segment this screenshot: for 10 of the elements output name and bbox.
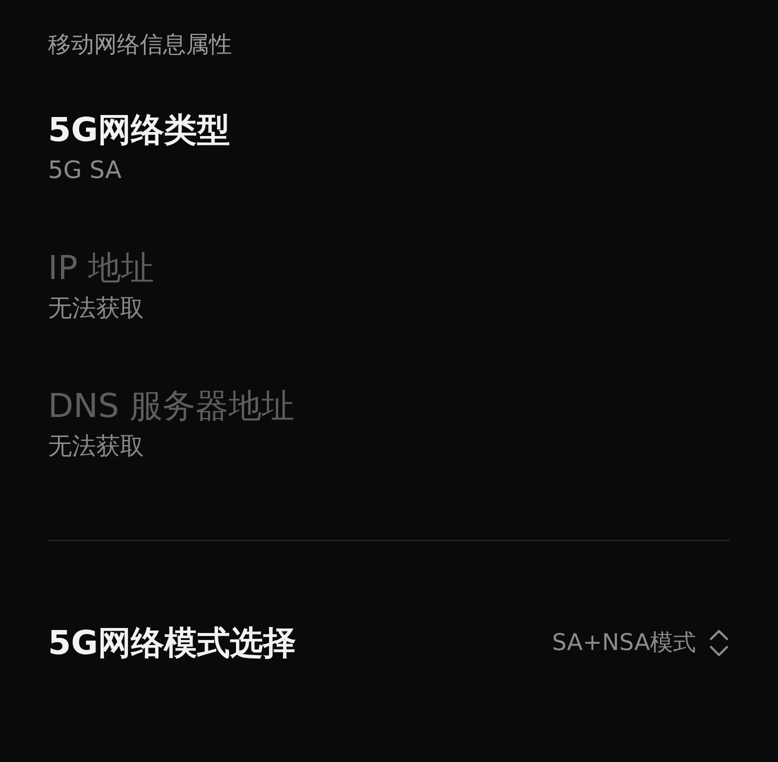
section-header: 移动网络信息属性	[48, 31, 233, 60]
setting-value: 5G SA	[48, 155, 123, 186]
setting-title: 5G网络类型	[48, 110, 232, 150]
setting-title: 5G网络模式选择	[48, 623, 296, 663]
setting-title: DNS 服务器地址	[48, 386, 296, 426]
setting-title: IP 地址	[48, 248, 156, 288]
up-down-chevron-icon	[708, 628, 730, 658]
mode-selector[interactable]: SA+NSA模式	[552, 626, 730, 660]
setting-value: 无法获取	[48, 431, 145, 462]
setting-value: 无法获取	[48, 293, 145, 324]
